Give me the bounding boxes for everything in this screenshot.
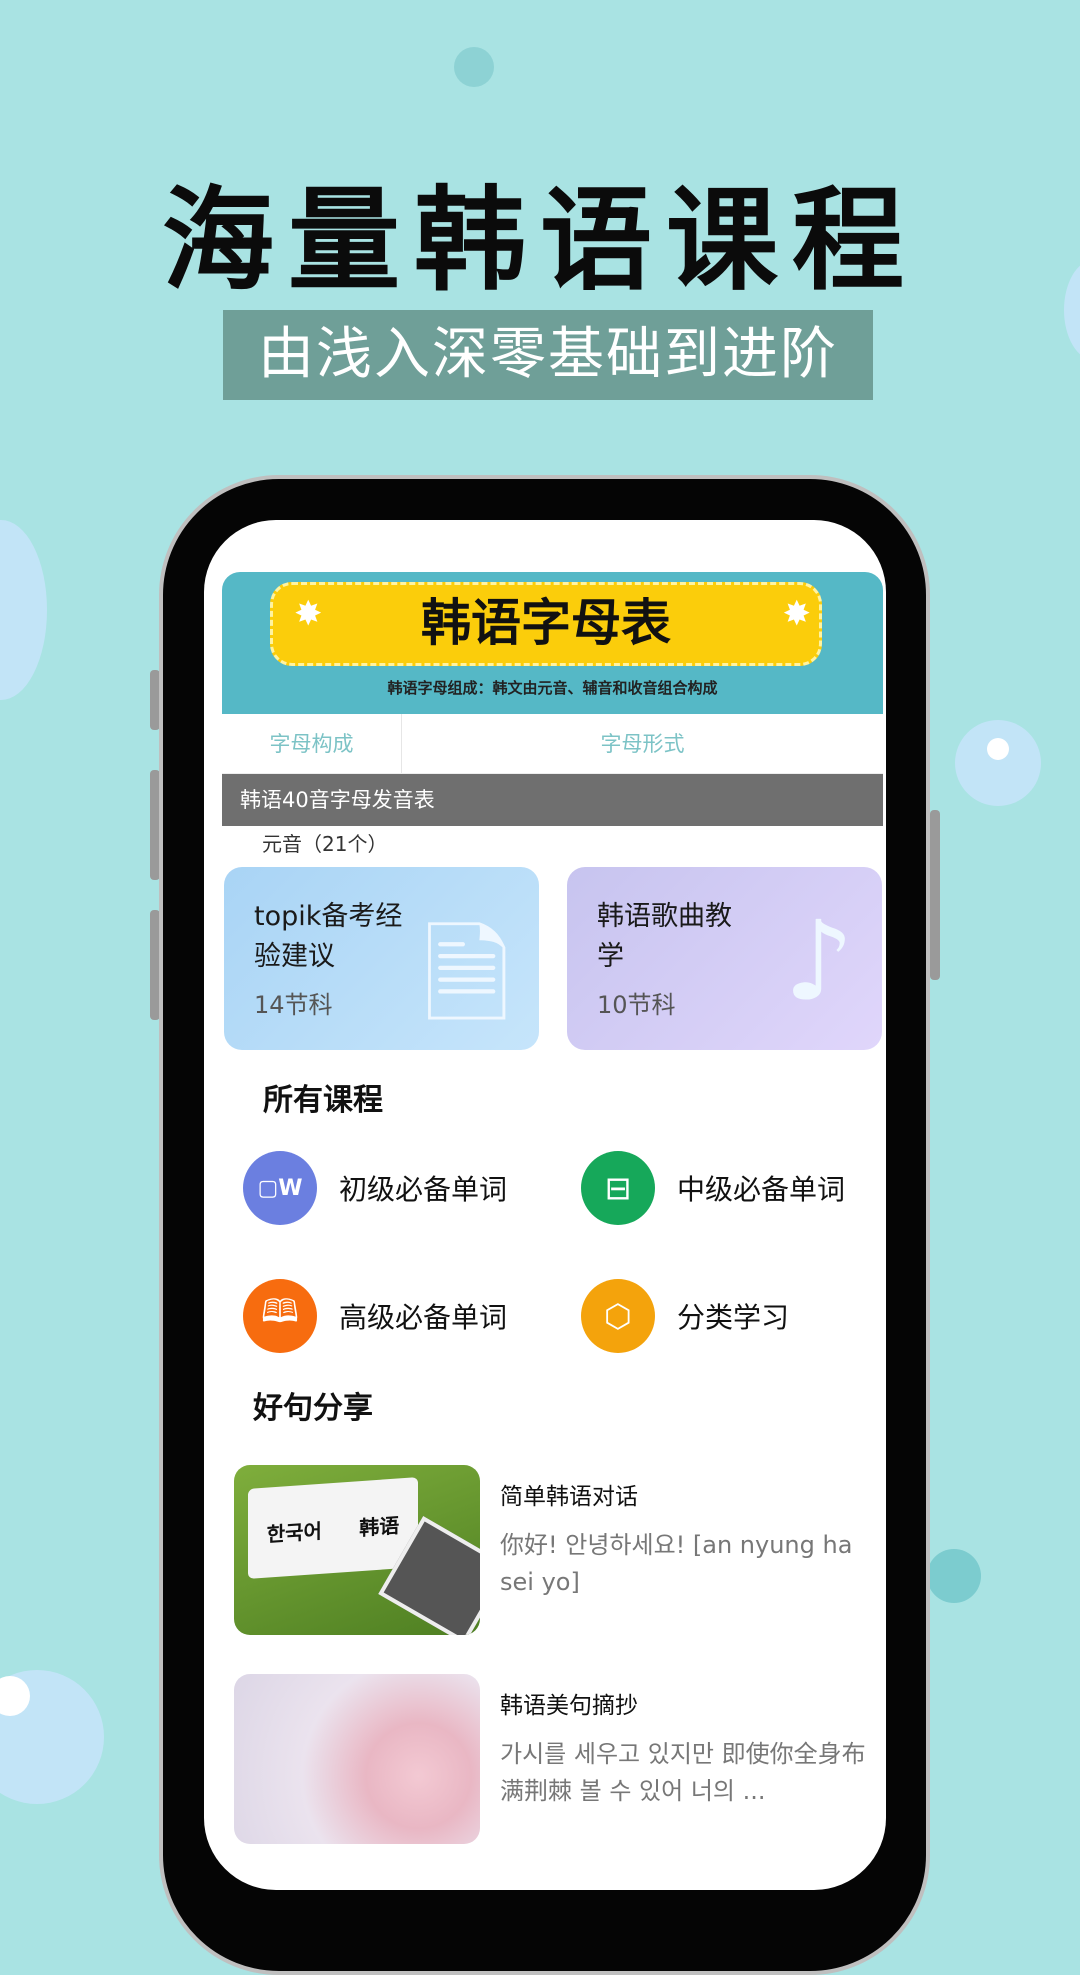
- sentence-title: 简单韩语对话: [500, 1484, 638, 1510]
- banner-heading: 韩语字母表: [270, 582, 822, 666]
- card-title: topik备考经验建议: [254, 901, 403, 972]
- image-text: 한국어: [266, 1518, 322, 1547]
- banner-caption: 韩语40音字母发音表: [222, 774, 883, 826]
- course-beginner[interactable]: ▢W 初级必备单词: [243, 1151, 507, 1225]
- banner-row-label: 元音（21个）: [262, 832, 388, 856]
- section-title-courses: 所有课程: [263, 1083, 383, 1118]
- music-note-icon: ♪: [783, 897, 854, 1025]
- banner-col2: 字母形式: [600, 732, 685, 756]
- card-songs[interactable]: 韩语歌曲教学 10节科 ♪: [567, 867, 882, 1050]
- course-label: 初级必备单词: [339, 1173, 508, 1206]
- sentence-desc: 가시를 세우고 있지만 即使你全身布满荆棘 볼 수 있어 너의 ...: [500, 1740, 866, 1805]
- paper-icon: 🗎: [422, 912, 511, 1040]
- phone-screen: 韩语字母表 ✸ ✸ 韩语字母组成：韩文由元音、辅音和收音组合构成 字母构成 字母…: [204, 520, 886, 1890]
- star-icon: ✸: [294, 594, 323, 634]
- sentence-image: 한국어 韩语: [234, 1465, 480, 1635]
- book-icon: 🕮: [243, 1279, 317, 1353]
- course-category[interactable]: ⬡ 分类学习: [581, 1279, 789, 1353]
- card-topik[interactable]: topik备考经验建议 14节科 🗎: [224, 867, 539, 1050]
- sentence-image: [234, 1674, 480, 1844]
- decor-bubble: [987, 738, 1009, 760]
- course-advanced[interactable]: 🕮 高级必备单词: [243, 1279, 507, 1353]
- star-icon: ✸: [782, 594, 812, 634]
- decor-bubble: [927, 1549, 981, 1603]
- sentence-item[interactable]: 韩语美句摘抄 가시를 세우고 있지만 即使你全身布满荆棘 볼 수 있어 너의 .…: [234, 1674, 866, 1844]
- hexagons-icon: ⬡: [581, 1279, 655, 1353]
- image-text: 韩语: [359, 1512, 400, 1540]
- page-title: 海量韩语课程: [162, 176, 918, 306]
- sentence-desc: 你好! 안녕하세요! [an nyung ha sei yo]: [500, 1531, 853, 1596]
- sentence-title: 韩语美句摘抄: [500, 1693, 638, 1719]
- banner-description: 韩语字母组成：韩文由元音、辅音和收音组合构成: [387, 679, 718, 697]
- clipboard-w-icon: ▢W: [243, 1151, 317, 1225]
- note-icon: ⊟: [581, 1151, 655, 1225]
- course-label: 高级必备单词: [339, 1301, 508, 1334]
- course-label: 分类学习: [677, 1301, 790, 1334]
- banner-carousel[interactable]: 韩语字母表 ✸ ✸ 韩语字母组成：韩文由元音、辅音和收音组合构成 字母构成 字母…: [222, 572, 883, 862]
- decor-bubble: [955, 720, 1041, 806]
- page-subtitle: 由浅入深零基础到进阶: [223, 310, 873, 400]
- phone-side-button: [930, 810, 940, 980]
- course-label: 中级必备单词: [677, 1173, 846, 1206]
- course-intermediate[interactable]: ⊟ 中级必备单词: [581, 1151, 845, 1225]
- section-title-sentences: 好句分享: [253, 1391, 373, 1426]
- banner-col1: 字母构成: [222, 714, 402, 773]
- decor-bubble: [454, 47, 494, 87]
- card-title: 韩语歌曲教学: [597, 901, 732, 972]
- decor-bubble: [0, 520, 47, 700]
- sentence-item[interactable]: 한국어 韩语 简单韩语对话 你好! 안녕하세요! [an nyung ha se…: [234, 1465, 854, 1635]
